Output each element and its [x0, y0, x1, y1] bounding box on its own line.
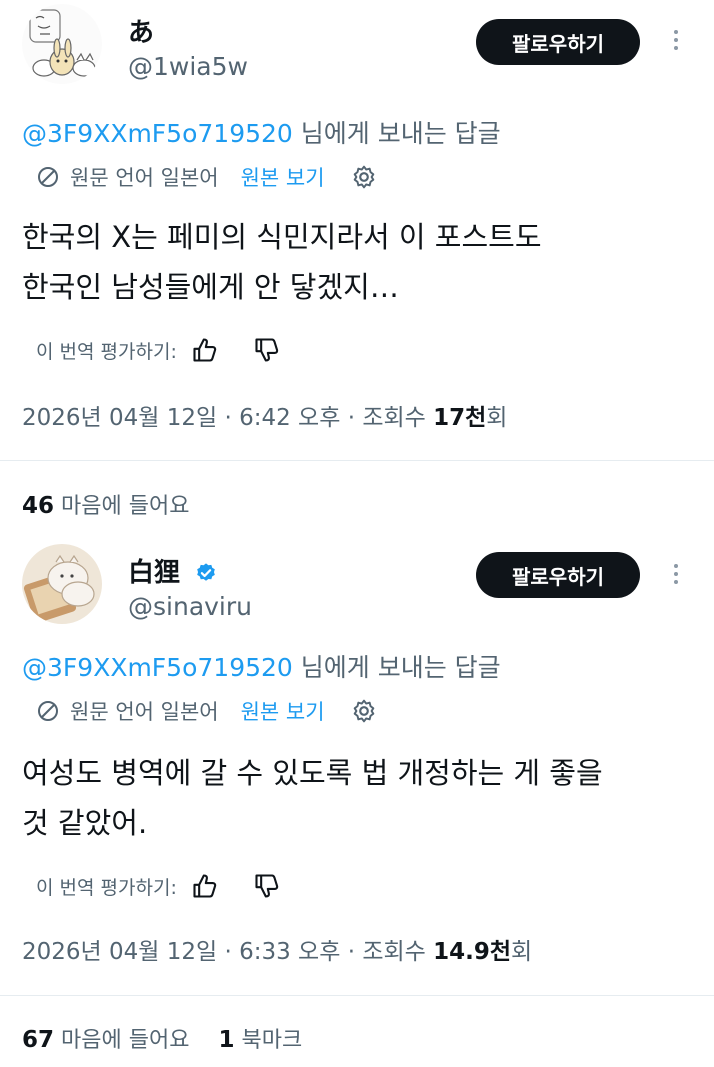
- divider: [0, 995, 714, 996]
- thumbs-up-icon[interactable]: [191, 872, 219, 900]
- view-count-suffix: 회: [486, 405, 508, 431]
- view-count-suffix: 회: [511, 939, 533, 965]
- post-timestamp[interactable]: 2026년 04월 12일 · 6:33 오후 · 조회수: [22, 939, 433, 965]
- avatar-illustration-icon: [22, 4, 102, 84]
- reply-mention-link[interactable]: @3F9XXmF5o719520: [22, 119, 293, 148]
- user-handle[interactable]: @1wia5w: [128, 52, 248, 81]
- likes-label[interactable]: 마음에 들어요: [54, 494, 189, 519]
- avatar[interactable]: [22, 4, 102, 84]
- thumbs-down-icon[interactable]: [253, 336, 281, 364]
- reply-to-line: @3F9XXmF5o719520 님에게 보내는 답글: [22, 114, 501, 150]
- follow-button[interactable]: 팔로우하기: [476, 19, 640, 65]
- bookmarks-count[interactable]: 1: [218, 1027, 234, 1053]
- divider: [0, 460, 714, 461]
- bookmarks-label[interactable]: 북마크: [234, 1028, 302, 1053]
- reply-to-suffix: 님에게 보내는 답글: [292, 119, 501, 148]
- reply-mention-link[interactable]: @3F9XXmF5o719520: [22, 653, 293, 682]
- post-text-line: 한국의 X는 페미의 식민지라서 이 포스트도: [22, 220, 542, 254]
- post-1: あ @1wia5w 팔로우하기 @3F9XXmF5o719520 님에게 보내는…: [0, 0, 714, 460]
- post-2: 白狸 @sinaviru 팔로우하기 @3F9XXmF5o719520 님에게 …: [0, 540, 714, 1000]
- post-text-line: 한국인 남성들에게 안 닿겠지…: [22, 270, 399, 304]
- engagement-stats: 67 마음에 들어요 1 북마크: [22, 1022, 302, 1054]
- gear-icon[interactable]: [351, 164, 377, 190]
- user-handle[interactable]: @sinaviru: [128, 592, 252, 621]
- avatar[interactable]: [22, 544, 102, 624]
- translate-globe-icon: [38, 167, 58, 187]
- translate-globe-icon: [38, 701, 58, 721]
- reply-to-suffix: 님에게 보내는 답글: [292, 653, 501, 682]
- reply-to-line: @3F9XXmF5o719520 님에게 보내는 답글: [22, 648, 501, 684]
- view-count: 17천: [433, 405, 487, 431]
- translation-info: 원문 언어 일본어 원본 보기: [36, 162, 377, 192]
- follow-button[interactable]: 팔로우하기: [476, 552, 640, 598]
- avatar-illustration-icon: [22, 544, 102, 624]
- post-text: 여성도 병역에 갈 수 있도록 법 개정하는 게 좋을 것 같았어.: [22, 748, 692, 848]
- rate-translation-label: 이 번역 평가하기:: [36, 340, 177, 363]
- view-count: 14.9천: [433, 939, 512, 965]
- post-meta: 2026년 04월 12일 · 6:42 오후 · 조회수 17천회: [22, 398, 507, 432]
- gear-icon[interactable]: [351, 698, 377, 724]
- rate-translation-label: 이 번역 평가하기:: [36, 876, 177, 899]
- translated-from-label: 원문 언어 일본어: [70, 166, 219, 190]
- post-text: 한국의 X는 페미의 식민지라서 이 포스트도 한국인 남성들에게 안 닿겠지…: [22, 212, 692, 312]
- thumbs-up-icon[interactable]: [191, 336, 219, 364]
- display-name[interactable]: 白狸: [128, 552, 217, 589]
- thumbs-down-icon[interactable]: [253, 872, 281, 900]
- view-original-link[interactable]: 원본 보기: [241, 696, 325, 726]
- rate-translation-row: 이 번역 평가하기:: [36, 336, 281, 364]
- post-text-line: 것 같았어.: [22, 806, 148, 840]
- display-name-text: 白狸: [128, 558, 181, 588]
- view-original-link[interactable]: 원본 보기: [241, 162, 325, 192]
- translation-info: 원문 언어 일본어 원본 보기: [36, 696, 377, 726]
- post-meta: 2026년 04월 12일 · 6:33 오후 · 조회수 14.9천회: [22, 932, 532, 966]
- display-name[interactable]: あ: [128, 12, 154, 49]
- verified-badge-icon[interactable]: [195, 562, 217, 584]
- rate-translation-row: 이 번역 평가하기:: [36, 872, 281, 900]
- likes-count[interactable]: 46: [22, 493, 54, 519]
- engagement-stats: 46 마음에 들어요: [22, 488, 189, 520]
- post-timestamp[interactable]: 2026년 04월 12일 · 6:42 오후 · 조회수: [22, 405, 433, 431]
- likes-count[interactable]: 67: [22, 1027, 54, 1053]
- more-options-icon[interactable]: [668, 26, 684, 60]
- likes-label[interactable]: 마음에 들어요: [54, 1028, 189, 1053]
- more-options-icon[interactable]: [668, 560, 684, 594]
- post-text-line: 여성도 병역에 갈 수 있도록 법 개정하는 게 좋을: [22, 756, 603, 790]
- translated-from-label: 원문 언어 일본어: [70, 700, 219, 724]
